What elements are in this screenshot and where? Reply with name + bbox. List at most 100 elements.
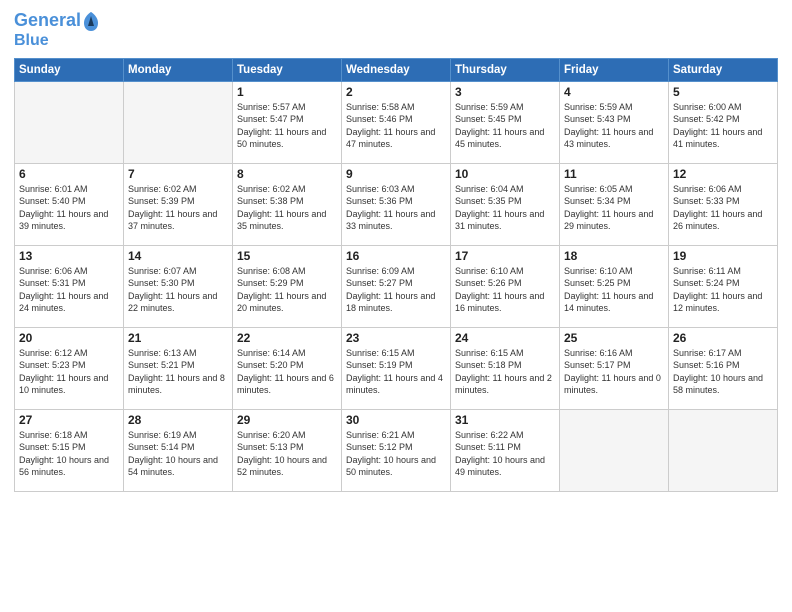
day-info: Sunrise: 6:13 AM Sunset: 5:21 PM Dayligh… [128, 347, 228, 397]
day-number: 30 [346, 413, 446, 427]
weekday-header-tuesday: Tuesday [233, 58, 342, 81]
calendar-table: SundayMondayTuesdayWednesdayThursdayFrid… [14, 58, 778, 492]
day-info: Sunrise: 6:09 AM Sunset: 5:27 PM Dayligh… [346, 265, 446, 315]
weekday-header-friday: Friday [560, 58, 669, 81]
day-number: 4 [564, 85, 664, 99]
calendar-cell: 13 Sunrise: 6:06 AM Sunset: 5:31 PM Dayli… [15, 245, 124, 327]
day-number: 10 [455, 167, 555, 181]
day-number: 20 [19, 331, 119, 345]
calendar-week-1: 1 Sunrise: 5:57 AM Sunset: 5:47 PM Daylig… [15, 81, 778, 163]
day-number: 29 [237, 413, 337, 427]
calendar-cell: 3 Sunrise: 5:59 AM Sunset: 5:45 PM Daylig… [451, 81, 560, 163]
weekday-header-sunday: Sunday [15, 58, 124, 81]
day-info: Sunrise: 6:02 AM Sunset: 5:38 PM Dayligh… [237, 183, 337, 233]
calendar-cell: 26 Sunrise: 6:17 AM Sunset: 5:16 PM Dayli… [669, 327, 778, 409]
day-number: 22 [237, 331, 337, 345]
day-info: Sunrise: 6:12 AM Sunset: 5:23 PM Dayligh… [19, 347, 119, 397]
day-info: Sunrise: 6:08 AM Sunset: 5:29 PM Dayligh… [237, 265, 337, 315]
day-info: Sunrise: 6:05 AM Sunset: 5:34 PM Dayligh… [564, 183, 664, 233]
day-number: 18 [564, 249, 664, 263]
day-info: Sunrise: 6:16 AM Sunset: 5:17 PM Dayligh… [564, 347, 664, 397]
day-info: Sunrise: 6:15 AM Sunset: 5:19 PM Dayligh… [346, 347, 446, 397]
day-info: Sunrise: 5:57 AM Sunset: 5:47 PM Dayligh… [237, 101, 337, 151]
day-number: 12 [673, 167, 773, 181]
calendar-cell [15, 81, 124, 163]
day-number: 11 [564, 167, 664, 181]
day-info: Sunrise: 6:10 AM Sunset: 5:25 PM Dayligh… [564, 265, 664, 315]
calendar-cell: 4Sunrise: 5:59 AM Sunset: 5:43 PM Daylig… [560, 81, 669, 163]
day-info: Sunrise: 6:22 AM Sunset: 5:11 PM Dayligh… [455, 429, 555, 479]
calendar-cell: 12 Sunrise: 6:06 AM Sunset: 5:33 PM Dayli… [669, 163, 778, 245]
day-number: 26 [673, 331, 773, 345]
day-info: Sunrise: 6:10 AM Sunset: 5:26 PM Dayligh… [455, 265, 555, 315]
calendar-cell: 11 Sunrise: 6:05 AM Sunset: 5:34 PM Dayli… [560, 163, 669, 245]
logo-icon [82, 10, 100, 32]
day-info: Sunrise: 6:02 AM Sunset: 5:39 PM Dayligh… [128, 183, 228, 233]
day-info: Sunrise: 6:18 AM Sunset: 5:15 PM Dayligh… [19, 429, 119, 479]
day-number: 21 [128, 331, 228, 345]
calendar-cell: 8 Sunrise: 6:02 AM Sunset: 5:38 PM Daylig… [233, 163, 342, 245]
day-number: 8 [237, 167, 337, 181]
calendar-cell: 25 Sunrise: 6:16 AM Sunset: 5:17 PM Dayli… [560, 327, 669, 409]
calendar-week-5: 27 Sunrise: 6:18 AM Sunset: 5:15 PM Dayli… [15, 409, 778, 491]
day-number: 27 [19, 413, 119, 427]
day-info: Sunrise: 6:06 AM Sunset: 5:31 PM Dayligh… [19, 265, 119, 315]
calendar-cell [669, 409, 778, 491]
day-info: Sunrise: 6:00 AM Sunset: 5:42 PM Dayligh… [673, 101, 773, 151]
header: General Blue [14, 10, 778, 50]
day-number: 7 [128, 167, 228, 181]
day-number: 25 [564, 331, 664, 345]
weekday-header-thursday: Thursday [451, 58, 560, 81]
weekday-header-wednesday: Wednesday [342, 58, 451, 81]
day-number: 24 [455, 331, 555, 345]
calendar-cell: 7 Sunrise: 6:02 AM Sunset: 5:39 PM Daylig… [124, 163, 233, 245]
calendar-cell: 27 Sunrise: 6:18 AM Sunset: 5:15 PM Dayli… [15, 409, 124, 491]
weekday-header-monday: Monday [124, 58, 233, 81]
calendar-cell: 21 Sunrise: 6:13 AM Sunset: 5:21 PM Dayli… [124, 327, 233, 409]
day-info: Sunrise: 6:17 AM Sunset: 5:16 PM Dayligh… [673, 347, 773, 397]
calendar-cell: 6Sunrise: 6:01 AM Sunset: 5:40 PM Daylig… [15, 163, 124, 245]
calendar-cell: 23 Sunrise: 6:15 AM Sunset: 5:19 PM Dayli… [342, 327, 451, 409]
day-number: 16 [346, 249, 446, 263]
day-info: Sunrise: 6:07 AM Sunset: 5:30 PM Dayligh… [128, 265, 228, 315]
day-info: Sunrise: 6:20 AM Sunset: 5:13 PM Dayligh… [237, 429, 337, 479]
weekday-header-saturday: Saturday [669, 58, 778, 81]
calendar-cell: 18 Sunrise: 6:10 AM Sunset: 5:25 PM Dayli… [560, 245, 669, 327]
logo: General Blue [14, 10, 100, 50]
day-number: 2 [346, 85, 446, 99]
calendar-cell [124, 81, 233, 163]
calendar-cell: 15Sunrise: 6:08 AM Sunset: 5:29 PM Dayli… [233, 245, 342, 327]
day-number: 28 [128, 413, 228, 427]
day-number: 31 [455, 413, 555, 427]
day-info: Sunrise: 6:11 AM Sunset: 5:24 PM Dayligh… [673, 265, 773, 315]
calendar-cell: 9Sunrise: 6:03 AM Sunset: 5:36 PM Daylig… [342, 163, 451, 245]
calendar-cell: 24 Sunrise: 6:15 AM Sunset: 5:18 PM Dayli… [451, 327, 560, 409]
calendar-week-3: 13 Sunrise: 6:06 AM Sunset: 5:31 PM Dayli… [15, 245, 778, 327]
calendar-cell: 14 Sunrise: 6:07 AM Sunset: 5:30 PM Dayli… [124, 245, 233, 327]
calendar-cell: 5 Sunrise: 6:00 AM Sunset: 5:42 PM Daylig… [669, 81, 778, 163]
day-info: Sunrise: 6:15 AM Sunset: 5:18 PM Dayligh… [455, 347, 555, 397]
logo-text: General [14, 11, 81, 31]
calendar-body: 1 Sunrise: 5:57 AM Sunset: 5:47 PM Daylig… [15, 81, 778, 491]
day-number: 23 [346, 331, 446, 345]
day-number: 3 [455, 85, 555, 99]
calendar-cell: 16 Sunrise: 6:09 AM Sunset: 5:27 PM Dayli… [342, 245, 451, 327]
calendar-cell: 30Sunrise: 6:21 AM Sunset: 5:12 PM Dayli… [342, 409, 451, 491]
day-info: Sunrise: 6:06 AM Sunset: 5:33 PM Dayligh… [673, 183, 773, 233]
day-info: Sunrise: 6:03 AM Sunset: 5:36 PM Dayligh… [346, 183, 446, 233]
day-info: Sunrise: 6:14 AM Sunset: 5:20 PM Dayligh… [237, 347, 337, 397]
calendar-cell: 17Sunrise: 6:10 AM Sunset: 5:26 PM Dayli… [451, 245, 560, 327]
calendar-week-4: 20 Sunrise: 6:12 AM Sunset: 5:23 PM Dayli… [15, 327, 778, 409]
calendar-cell: 10Sunrise: 6:04 AM Sunset: 5:35 PM Dayli… [451, 163, 560, 245]
calendar-cell: 2Sunrise: 5:58 AM Sunset: 5:46 PM Daylig… [342, 81, 451, 163]
calendar-cell: 31 Sunrise: 6:22 AM Sunset: 5:11 PM Dayli… [451, 409, 560, 491]
day-number: 5 [673, 85, 773, 99]
calendar-cell: 19Sunrise: 6:11 AM Sunset: 5:24 PM Dayli… [669, 245, 778, 327]
day-number: 13 [19, 249, 119, 263]
day-number: 1 [237, 85, 337, 99]
day-number: 6 [19, 167, 119, 181]
calendar-cell: 20 Sunrise: 6:12 AM Sunset: 5:23 PM Dayli… [15, 327, 124, 409]
day-number: 14 [128, 249, 228, 263]
day-info: Sunrise: 5:59 AM Sunset: 5:45 PM Dayligh… [455, 101, 555, 151]
day-info: Sunrise: 6:19 AM Sunset: 5:14 PM Dayligh… [128, 429, 228, 479]
